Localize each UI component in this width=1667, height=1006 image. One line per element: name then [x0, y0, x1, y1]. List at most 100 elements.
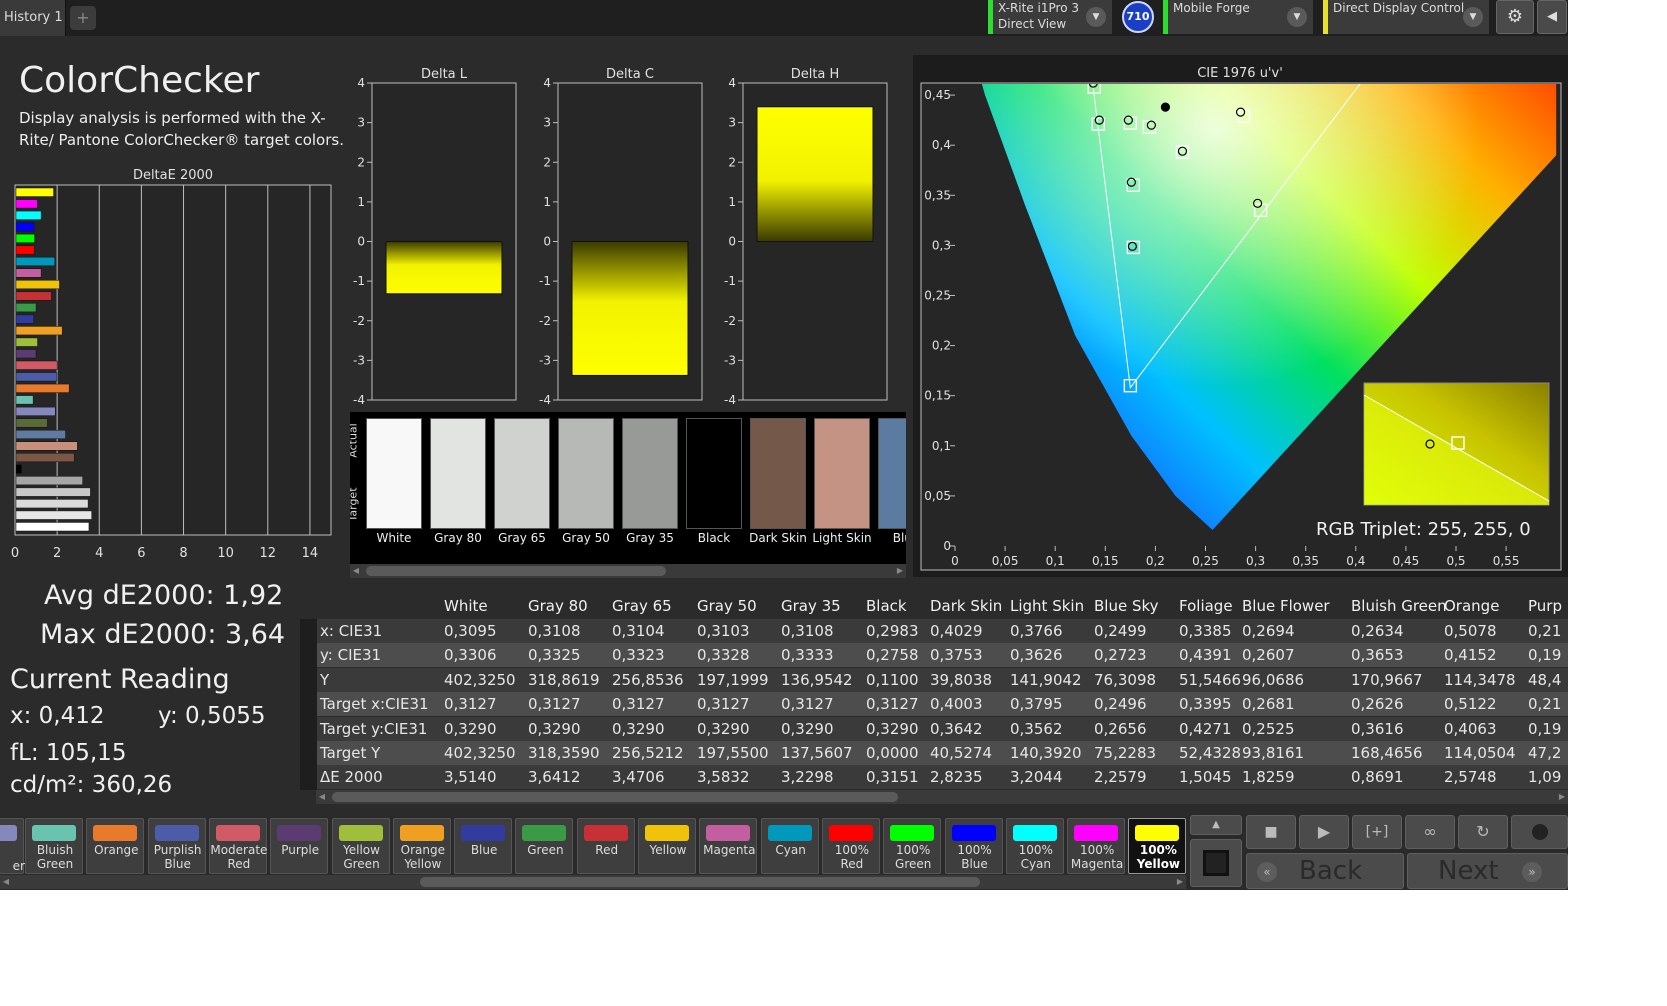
settings-button[interactable]: ⚙ [1496, 0, 1534, 34]
swatch-label: Dark Skin [749, 531, 807, 545]
column-header[interactable]: Dark Skin [930, 593, 1002, 619]
scroll-left-icon[interactable]: ◀ [316, 790, 328, 804]
palette-patch-100%-cyan[interactable]: 100% Cyan [1005, 818, 1064, 874]
palette-patch-cyan[interactable]: Cyan [760, 818, 819, 874]
x-tick-label: 0,5 [1446, 554, 1465, 568]
swatch-light-skin[interactable] [814, 418, 870, 529]
swatch-scrollbar[interactable]: ◀ ▶ [350, 564, 906, 578]
column-header[interactable]: Foliage [1179, 593, 1233, 619]
palette-patch-orange-yellow[interactable]: Orange Yellow [392, 818, 451, 874]
y-tick-label: -4 [353, 393, 365, 407]
scroll-right-icon[interactable]: ▶ [894, 564, 906, 578]
swatch-gray-35[interactable] [622, 418, 678, 529]
palette-patch-orange[interactable]: Orange [86, 818, 145, 874]
meter-selector[interactable]: X-Rite i1Pro 3 Direct View ▼ [988, 0, 1112, 34]
refresh-button[interactable]: ↻ [1458, 815, 1508, 849]
table-row[interactable]: ΔE 2000 3,5140 3,6412 3,4706 3,5832 3,2298 0,3… [317, 765, 1568, 790]
reading-y: y: 0,5055 [158, 703, 266, 729]
loop-button[interactable]: ∞ [1405, 815, 1455, 849]
column-header[interactable]: Blue Flower [1242, 593, 1330, 619]
palette-patch-yellow[interactable]: Yellow [638, 818, 696, 874]
palette-patch-purplish-blue[interactable]: Purplish Blue [147, 818, 206, 874]
table-row[interactable]: Target Y 402,3250 318,3590 256,5212 197,5500… [317, 741, 1568, 765]
scroll-right-icon[interactable]: ▶ [1174, 875, 1186, 889]
add-tab-button[interactable]: + [70, 6, 96, 30]
column-header[interactable]: White [444, 593, 488, 619]
table-cell: 318,8619 [528, 670, 600, 689]
column-header[interactable]: Bluish Green [1351, 593, 1447, 619]
table-cell: 170,9667 [1351, 670, 1423, 689]
table-row[interactable]: x: CIE31 0,3095 0,3108 0,3104 0,3103 0,3108 0,… [317, 619, 1568, 643]
swatch-gray-80[interactable] [430, 418, 486, 529]
table-cell: 1,8259 [1242, 768, 1295, 787]
double-chevron-right-icon: » [1522, 862, 1542, 882]
scroll-thumb[interactable] [420, 877, 980, 887]
deltae-bar [15, 303, 37, 313]
palette-patch-100%-blue[interactable]: 100% Blue [944, 818, 1003, 874]
table-cell: 1,09 [1528, 768, 1562, 787]
column-header[interactable]: Light Skin [1010, 593, 1084, 619]
tab-history[interactable]: History 1 [0, 0, 66, 36]
column-header[interactable]: Blue Sky [1094, 593, 1159, 619]
patch-label: Yellow [649, 843, 687, 857]
patch-label: 100% Green [895, 843, 932, 871]
scroll-left-icon[interactable]: ◀ [350, 564, 362, 578]
column-header[interactable]: Orange [1444, 593, 1499, 619]
palette-patch-yellow-green[interactable]: Yellow Green [331, 818, 390, 874]
scroll-thumb[interactable] [332, 792, 898, 802]
scroll-right-icon[interactable]: ▶ [1556, 790, 1568, 804]
palette-patch-magenta[interactable]: Magenta [699, 818, 758, 874]
column-header[interactable]: Gray 50 [697, 593, 757, 619]
next-button[interactable]: Next » [1407, 853, 1568, 889]
swatch-gray-50[interactable] [558, 418, 614, 529]
scroll-left-icon[interactable]: ◀ [0, 875, 12, 889]
patch-chip [1074, 825, 1119, 841]
patch-chip [338, 825, 383, 841]
swatch-white[interactable] [366, 418, 422, 529]
table-row[interactable]: y: CIE31 0,3306 0,3325 0,3323 0,3328 0,3333 0,… [317, 643, 1568, 668]
profile-selector[interactable]: Mobile Forge ▼ [1163, 0, 1313, 34]
patch-chip [706, 825, 751, 841]
palette-patch-100%-green[interactable]: 100% Green [883, 818, 942, 874]
measured-point [1147, 69, 1155, 77]
column-header[interactable]: Black [866, 593, 907, 619]
record-button[interactable] [1511, 815, 1568, 849]
palette-patch-red[interactable]: Red [576, 818, 635, 874]
table-row[interactable]: Target y:CIE31 0,3290 0,3290 0,3290 0,3290 0,… [317, 716, 1568, 741]
delta-chart-title: Delta L [421, 67, 468, 82]
palette-patch-moderate-red[interactable]: Moderate Red [208, 818, 267, 874]
swatch-gray-65[interactable] [494, 418, 550, 529]
palette-patch-er[interactable]: er [0, 818, 25, 874]
scroll-thumb[interactable] [366, 566, 666, 576]
play-button[interactable]: ▶ [1299, 815, 1349, 849]
back-button[interactable]: « Back [1246, 853, 1404, 889]
step-button[interactable]: [+] [1352, 815, 1402, 849]
table-row[interactable]: Target x:CIE31 0,3127 0,3127 0,3127 0,3127 0,… [317, 692, 1568, 717]
table-scrollbar[interactable]: ◀ ▶ [316, 790, 1568, 804]
swatch-black[interactable] [686, 418, 742, 529]
stop-measure-button[interactable]: ■ [1246, 815, 1296, 849]
palette-patch-blue[interactable]: Blue [454, 818, 513, 874]
collapse-button[interactable]: ◀ [1537, 0, 1567, 34]
palette-patch-bluish-green[interactable]: Bluish Green [25, 818, 83, 874]
table-row[interactable]: Y 402,3250 318,8619 256,8536 197,1999 136,954… [317, 667, 1568, 692]
column-header[interactable]: Gray 35 [781, 593, 841, 619]
column-header[interactable]: Gray 65 [612, 593, 672, 619]
table-cell: 0,3306 [444, 646, 497, 665]
table-cell: 0,19 [1528, 719, 1562, 738]
palette-patch-green[interactable]: Green [515, 818, 574, 874]
up-button[interactable]: ▲ [1190, 815, 1242, 835]
swatch-blue[interactable] [878, 418, 906, 529]
swatch-dark-skin[interactable] [750, 418, 806, 529]
palette-scrollbar[interactable]: ◀ ▶ [0, 875, 1186, 889]
chevron-up-icon: ▲ [1212, 819, 1220, 830]
palette-patch-purple[interactable]: Purple [270, 818, 329, 874]
column-header[interactable]: Gray 80 [528, 593, 588, 619]
table-cell: 39,8038 [930, 670, 993, 689]
control-selector[interactable]: Direct Display Control ▼ [1323, 0, 1489, 34]
stop-button[interactable] [1190, 839, 1242, 887]
palette-patch-100%-red[interactable]: 100% Red [821, 818, 880, 874]
column-header[interactable]: Purp [1528, 593, 1562, 619]
palette-patch-100%-magenta[interactable]: 100% Magenta [1067, 818, 1126, 874]
palette-patch-100%-yellow[interactable]: 100% Yellow [1128, 818, 1187, 874]
